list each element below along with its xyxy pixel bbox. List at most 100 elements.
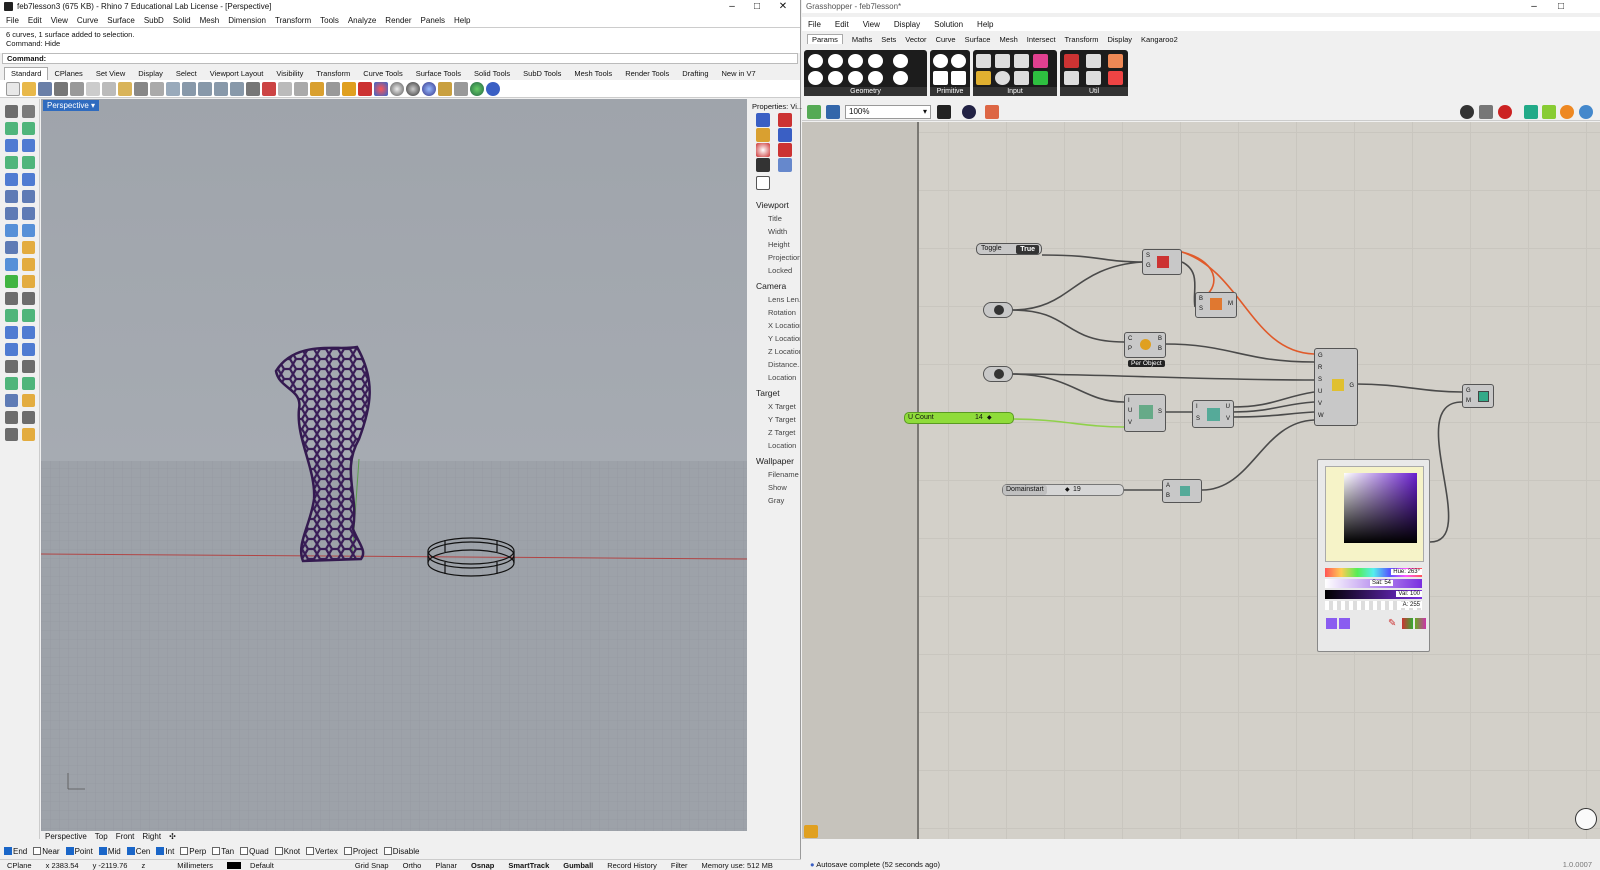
status-smarttrack[interactable]: SmartTrack (501, 861, 556, 870)
trim-tool-icon[interactable] (5, 326, 18, 339)
camera-icon[interactable] (756, 158, 770, 172)
render-tool-icon[interactable] (5, 411, 18, 424)
layers-icon[interactable] (358, 81, 372, 96)
cut-icon[interactable] (86, 81, 100, 96)
select-icon[interactable] (294, 81, 308, 96)
colour-swatch-icon[interactable] (1033, 54, 1048, 68)
preview-mode-icon[interactable] (1460, 105, 1474, 119)
navigation-compass-icon[interactable] (1575, 808, 1597, 830)
viewport-tab-perspective[interactable]: Perspective (45, 832, 87, 844)
tab-mesh-tools[interactable]: Mesh Tools (568, 68, 619, 80)
osnap-point[interactable]: Point (65, 847, 93, 856)
gh-tab-sets[interactable]: Sets (881, 35, 896, 44)
boolean-toggle-icon[interactable] (976, 54, 991, 68)
gh-open-icon[interactable] (807, 105, 821, 119)
rectangle-tool-icon[interactable] (5, 156, 18, 169)
mirror-tool-icon[interactable] (22, 309, 35, 322)
construct-domain-component[interactable]: AB (1162, 479, 1202, 503)
dimension-tool-icon[interactable] (22, 360, 35, 373)
tab-set-view[interactable]: Set View (90, 68, 132, 80)
options-icon[interactable] (438, 81, 452, 96)
param-vector-icon[interactable] (808, 71, 823, 85)
set-view-icon[interactable] (278, 81, 292, 96)
current-colour-swatch[interactable] (1326, 618, 1337, 629)
gh-canvas[interactable]: Toggle True SG BSM CPBB Per Object IUVS … (802, 122, 1600, 839)
folder-icon[interactable] (756, 128, 770, 142)
tab-solid-tools[interactable]: Solid Tools (468, 68, 517, 80)
perspective-viewport[interactable]: Perspective ▾ (41, 99, 747, 831)
pointer-tool-icon[interactable] (22, 105, 35, 118)
move-tool-icon[interactable] (5, 292, 18, 305)
gh-tab-params[interactable]: Params (807, 34, 843, 44)
saturation-bar[interactable]: Sat: 54 (1325, 579, 1422, 588)
zoom-window-icon[interactable] (198, 81, 212, 96)
tab-display[interactable]: Display (132, 68, 170, 80)
tab-drafting[interactable]: Drafting (676, 68, 715, 80)
extrude-tool-icon[interactable] (5, 190, 18, 203)
viewport-tab-front[interactable]: Front (116, 832, 135, 844)
param-number-icon[interactable] (951, 54, 966, 68)
osnap-checkbox[interactable] (180, 847, 189, 855)
eyedropper-icon[interactable]: ✎ (1388, 618, 1399, 629)
maximize-icon[interactable]: □ (743, 0, 771, 13)
zoom-selected-icon[interactable] (230, 81, 244, 96)
osnap-checkbox[interactable] (65, 847, 74, 855)
sweep-tool-icon[interactable] (5, 241, 18, 254)
text-tool-icon[interactable] (5, 360, 18, 373)
forward-arrow-icon[interactable] (1086, 71, 1101, 85)
minimize-icon[interactable]: – (718, 0, 746, 13)
osnap-vertex[interactable]: Vertex (306, 847, 338, 856)
menu-edit[interactable]: Edit (28, 16, 42, 25)
osnap-checkbox[interactable] (274, 847, 283, 855)
circle-tool-icon[interactable] (5, 139, 18, 152)
preview-eye-icon[interactable] (962, 105, 976, 119)
mesh-tool-icon[interactable] (5, 275, 18, 288)
mesh-component[interactable]: BSM (1195, 292, 1237, 318)
analyze-tool-icon[interactable] (5, 428, 18, 441)
menu-subd[interactable]: SubD (144, 16, 164, 25)
palette-icon[interactable] (1402, 618, 1413, 629)
gh-tab-vector[interactable]: Vector (905, 35, 926, 44)
zoom-extents-icon[interactable] (214, 81, 228, 96)
tab-curve-tools[interactable]: Curve Tools (357, 68, 409, 80)
tab-standard[interactable]: Standard (4, 67, 49, 80)
menu-mesh[interactable]: Mesh (200, 16, 220, 25)
menu-analyze[interactable]: Analyze (348, 16, 376, 25)
gh-sketch-icon[interactable] (804, 825, 818, 838)
zoom-dropdown[interactable]: 100% ▾ (845, 105, 931, 119)
osnap-mid[interactable]: Mid (98, 847, 121, 856)
osnap-near[interactable]: Near (33, 847, 60, 856)
tab-subd-tools[interactable]: SubD Tools (517, 68, 568, 80)
button-icon[interactable] (995, 54, 1010, 68)
param-plane-icon[interactable] (828, 71, 843, 85)
custom-preview-component[interactable]: GRSUVWG (1314, 348, 1358, 426)
previous-colour-swatch[interactable] (1339, 618, 1350, 629)
param-curve-icon[interactable] (848, 54, 863, 68)
preview-wire-icon[interactable] (1479, 105, 1493, 119)
export-icon[interactable] (70, 81, 84, 96)
status-filter[interactable]: Filter (664, 861, 695, 870)
osnap-knot[interactable]: Knot (274, 847, 300, 856)
gh-menu-file[interactable]: File (808, 20, 821, 29)
cplane-icon[interactable] (262, 81, 276, 96)
osnap-project[interactable]: Project (343, 847, 378, 856)
osnap-checkbox[interactable] (240, 847, 249, 855)
prop-location[interactable]: Location (768, 373, 800, 382)
gh-menu-edit[interactable]: Edit (835, 20, 849, 29)
polyline-tool-icon[interactable] (5, 122, 18, 135)
line-tool-icon[interactable] (22, 122, 35, 135)
tab-new-in-v7[interactable]: New in V7 (716, 68, 763, 80)
texture-icon[interactable] (778, 128, 792, 142)
gh-tab-transform[interactable]: Transform (1065, 35, 1099, 44)
slider-grip-icon[interactable]: ◆ (1065, 485, 1070, 495)
render-sphere-icon[interactable] (390, 81, 404, 96)
calendar-icon[interactable] (1014, 54, 1029, 68)
status-layer[interactable]: Default (220, 861, 288, 870)
material-props-icon[interactable] (778, 113, 792, 127)
network-tool-icon[interactable] (22, 275, 35, 288)
decal-icon[interactable] (778, 143, 792, 157)
control-knob-icon[interactable] (976, 71, 991, 85)
osnap-checkbox[interactable] (343, 847, 352, 855)
alpha-bar[interactable]: A: 255 (1325, 601, 1422, 610)
tab-render-tools[interactable]: Render Tools (619, 68, 676, 80)
